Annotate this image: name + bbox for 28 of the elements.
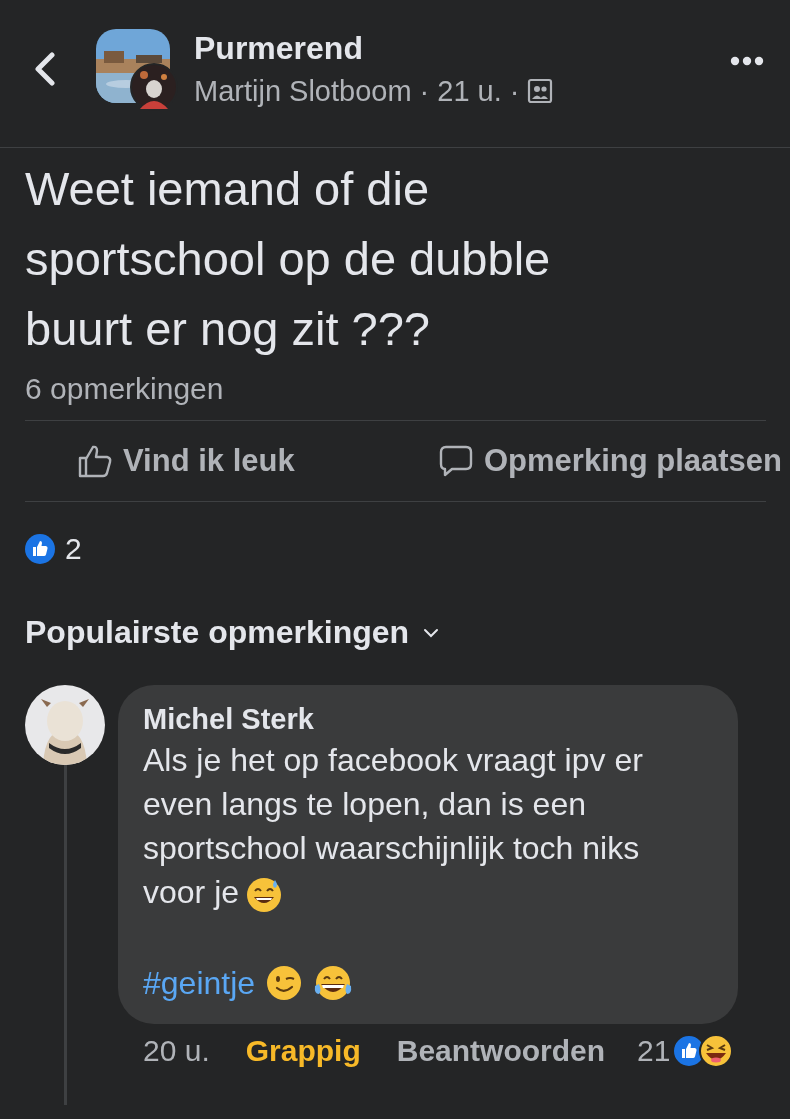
back-button[interactable] (34, 50, 58, 87)
comment-time: 20 u. (143, 1034, 210, 1068)
sweat-smile-emoji-icon (245, 875, 284, 914)
reply-button[interactable]: Beantwoorden (396, 1034, 606, 1068)
reaction-count[interactable]: 2 (65, 532, 82, 566)
tears-of-joy-emoji-icon (313, 964, 354, 1002)
group-name[interactable]: Purmerend (194, 29, 730, 67)
like-button[interactable]: Vind ik leuk (77, 443, 295, 479)
separator: · (509, 74, 520, 108)
reaction-button[interactable]: Grappig (245, 1034, 361, 1068)
hashtag-link[interactable]: #geintje (143, 964, 256, 1002)
more-options-button[interactable] (730, 56, 764, 66)
post-time: 21 u. (437, 74, 502, 108)
author-name[interactable]: Martijn Slotboom (194, 74, 412, 108)
like-reaction-icon (25, 534, 55, 564)
post-text: Weet iemand of die sportschool op de dubble buurt er nog zit ??? (25, 161, 552, 357)
commenter-name[interactable]: Michel Sterk (143, 703, 714, 736)
chevron-down-icon[interactable] (423, 627, 440, 638)
separator: · (419, 74, 430, 108)
comments-sort-heading[interactable]: Populairste opmerkingen (25, 614, 410, 651)
reaction-count[interactable]: 21 (637, 1034, 671, 1068)
group-members-icon (527, 78, 554, 104)
wink-emoji-icon (265, 964, 304, 1002)
comment-count[interactable]: 6 opmerkingen (25, 372, 224, 406)
comment-button[interactable]: Opmerking plaatsen (437, 443, 782, 479)
thumbs-up-icon (77, 443, 113, 479)
comment-text: voor je (143, 874, 240, 910)
speech-bubble-icon (437, 443, 474, 479)
